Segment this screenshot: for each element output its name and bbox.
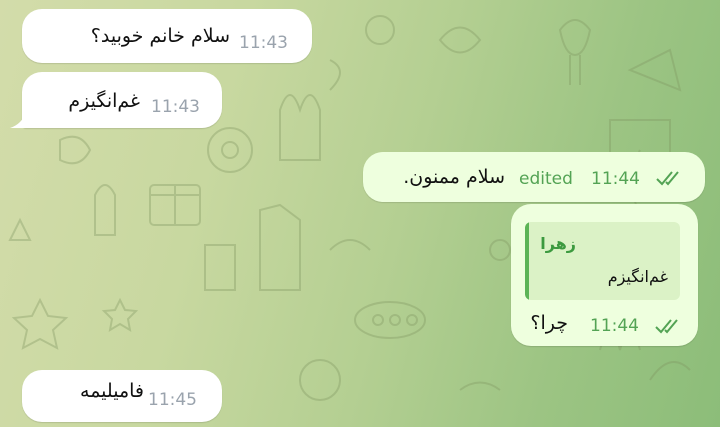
message-text: فامیلیمه — [80, 380, 144, 402]
message-time: 11:44 — [590, 316, 639, 336]
double-check-icon — [656, 171, 679, 186]
message-text: سلام ممنون. — [403, 166, 505, 188]
incoming-message[interactable]: فامیلیمه 11:45 — [22, 370, 222, 422]
message-text: غم‌انگیزم — [68, 90, 140, 112]
reply-text: غم‌انگیزم — [607, 267, 668, 286]
chat-messages: سلام خانم خوبید؟ 11:43 غم‌انگیزم 11:43 س… — [0, 0, 720, 427]
outgoing-message[interactable]: زهرا غم‌انگیزم چرا؟ 11:44 — [511, 204, 698, 346]
message-time: 11:44 — [591, 169, 640, 189]
incoming-message[interactable]: غم‌انگیزم 11:43 — [22, 72, 222, 128]
outgoing-message[interactable]: سلام ممنون. edited 11:44 — [363, 152, 705, 202]
message-text: چرا؟ — [530, 312, 568, 334]
double-check-icon — [655, 319, 678, 334]
message-time: 11:45 — [148, 390, 197, 410]
reply-bar — [525, 222, 529, 300]
edited-label: edited — [519, 169, 573, 189]
incoming-message[interactable]: سلام خانم خوبید؟ 11:43 — [22, 9, 312, 63]
bubble-tail — [10, 112, 26, 128]
message-time: 11:43 — [151, 97, 200, 117]
reply-author: زهرا — [540, 234, 576, 253]
message-text: سلام خانم خوبید؟ — [90, 25, 230, 47]
reply-preview[interactable]: زهرا غم‌انگیزم — [525, 222, 680, 300]
message-time: 11:43 — [239, 33, 288, 53]
